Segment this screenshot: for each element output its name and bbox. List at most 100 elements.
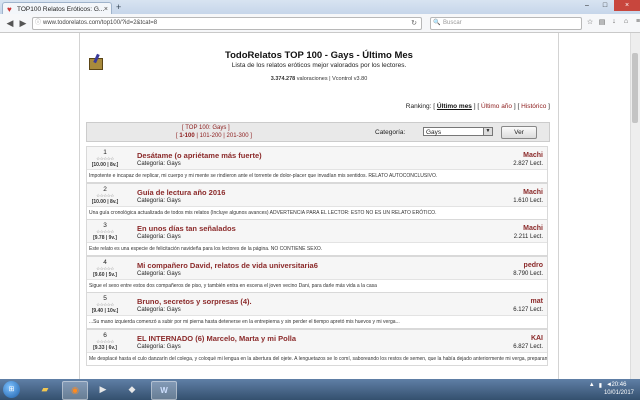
media-player-icon[interactable]: ▶ (91, 381, 115, 398)
forward-arrow-icon[interactable]: ▶ (17, 17, 29, 29)
rating-score: [9.78 | 9v.] (93, 235, 117, 242)
clock-time: 20:46 (611, 382, 627, 388)
back-arrow-icon[interactable]: ◀ (4, 17, 16, 29)
story-description: Una guía cronológica actualizada de todo… (87, 205, 547, 219)
tab-bar: ♥ TOP100 Relatos Eróticos: G... × + – □ … (0, 0, 640, 15)
story-category: Categoría: Gays (137, 234, 181, 241)
read-count: 1.610 Lect. (513, 197, 543, 204)
top-list-name: [ TOP 100: Gays ] (182, 125, 230, 131)
rank-number: 3 (103, 222, 107, 230)
tray-arrow-icon[interactable]: ▲ (589, 382, 595, 389)
author-link[interactable]: KAI (531, 335, 543, 342)
author-link[interactable]: mat (531, 298, 543, 305)
search-placeholder: Buscar (443, 20, 462, 26)
read-count: 2.827 Lect. (513, 161, 543, 167)
list-item: 1 ☆☆☆☆☆ [10.00 | 8v.] Desátame (o apriét… (86, 146, 548, 183)
maximize-button[interactable]: □ (596, 0, 614, 11)
search-engine-icon[interactable]: 🔍 (431, 18, 443, 29)
navigation-bar: ◀ ▶ ⓘ www.todorelatos.com/top100/?id=2&tc… (0, 14, 640, 33)
ranking-selector: Ranking: [ Último mes ] [ Último año ] [… (405, 103, 550, 110)
clock[interactable]: 20:46 10/01/2017 (604, 381, 634, 397)
story-category: Categoría: Gays (137, 307, 181, 314)
download-icon[interactable]: ↓ (610, 18, 618, 26)
reload-icon[interactable]: ↻ (411, 18, 417, 29)
list-item: 4 ☆☆☆☆☆ [9.60 | 5v.] Mi compañero David,… (86, 255, 548, 293)
story-description: Sigue el sexo entre estos dos compañeros… (87, 278, 547, 292)
ranking-label: Ranking: (405, 103, 434, 110)
ranking-historic-link[interactable]: Histórico (521, 103, 546, 110)
file-explorer-icon[interactable]: ▰ (33, 381, 57, 398)
author-link[interactable]: pedro (524, 262, 543, 269)
home-icon[interactable]: ⌂ (622, 18, 630, 26)
story-title-link[interactable]: Guía de lectura año 2016 (137, 188, 225, 197)
ranking-last-month-link[interactable]: Último mes (437, 103, 472, 110)
app-icon[interactable]: ◆ (120, 381, 144, 398)
story-category: Categoría: Gays (137, 343, 181, 350)
author-link[interactable]: Machi (523, 225, 543, 232)
minimize-button[interactable]: – (578, 0, 596, 11)
rating-score: [9.60 | 5v.] (93, 271, 117, 278)
ranking-list: 1 ☆☆☆☆☆ [10.00 | 8v.] Desátame (o apriét… (86, 146, 548, 366)
category-value: Gays (426, 129, 442, 136)
category-label: Categoría: (375, 129, 406, 136)
tab-title: TOP100 Relatos Eróticos: G... (17, 5, 104, 13)
ranking-last-year-link[interactable]: Último año (481, 103, 512, 110)
rank-number: 2 (103, 185, 107, 193)
page-range-links: [ 1-100 | 101-200 | 201-300 ] (176, 133, 252, 139)
clipboard-icon[interactable]: ▤ (598, 18, 606, 26)
windows-logo-icon: ⊞ (8, 386, 15, 393)
filter-bar: [ TOP 100: Gays ] [ 1-100 | 101-200 | 20… (86, 122, 550, 142)
read-count: 8.790 Lect. (513, 270, 543, 277)
rating-score: [10.00 | 8v.] (91, 162, 119, 168)
list-item: 5 ☆☆☆☆☆ [9.40 | 10v.] Bruno, secretos y … (86, 292, 548, 329)
story-description: ...Su mano izquierda comenzó a subir por… (87, 315, 547, 329)
read-count: 6.127 Lect. (513, 307, 543, 314)
category-select[interactable]: Gays ▼ (423, 127, 493, 136)
word-icon[interactable]: W (151, 381, 177, 400)
rating-score: [9.33 | 6v.] (93, 344, 117, 351)
rank-number: 4 (103, 258, 107, 266)
story-title-link[interactable]: En unos días tan señalados (137, 224, 236, 233)
rank-number: 1 (103, 149, 107, 156)
page-subtitle: Lista de los relatos eróticos mejor valo… (231, 62, 407, 69)
ver-button[interactable]: Ver (501, 126, 537, 139)
ratings-stats: 3.374.278 valoraciones | Vcontrol v3.80 (80, 76, 558, 82)
read-count: 2.211 Lect. (513, 234, 543, 241)
search-input[interactable]: 🔍 Buscar (430, 17, 582, 30)
story-description: Me desplacé hasta el culo danzarín del c… (87, 351, 547, 365)
story-category: Categoría: Gays (137, 270, 181, 277)
ratings-count: 3.374.278 (270, 76, 296, 82)
story-title-link[interactable]: Bruno, secretos y sorpresas (4). (137, 297, 252, 306)
story-description: Este relato es una especie de felicitaci… (87, 242, 547, 256)
vertical-scrollbar[interactable] (630, 33, 640, 379)
rating-score: [10.00 | 8v.] (91, 198, 119, 205)
page-link-1-100[interactable]: 1-100 (179, 133, 194, 139)
close-window-button[interactable]: × (614, 0, 640, 11)
chevron-down-icon[interactable]: ▼ (483, 128, 492, 135)
info-icon[interactable]: ⓘ (33, 18, 43, 29)
story-description: Impotente e incapaz de replicar, mi cuer… (87, 169, 547, 182)
rank-number: 6 (103, 331, 107, 339)
story-title-link[interactable]: Mi compañero David, relatos de vida univ… (137, 261, 318, 270)
menu-icon[interactable]: ≡ (634, 18, 640, 26)
star-bookmark-icon[interactable]: ☆ (586, 18, 594, 26)
window-controls: – □ × (578, 0, 640, 12)
list-item: 3 ☆☆☆☆☆ [9.78 | 9v.] En unos días tan se… (86, 219, 548, 256)
address-bar[interactable]: ⓘ www.todorelatos.com/top100/?id=2&tcat=8… (32, 17, 422, 30)
page-link-201-300[interactable]: 201-300 (227, 133, 249, 139)
author-link[interactable]: Machi (523, 189, 543, 196)
story-title-link[interactable]: Desátame (o apriétame más fuerte) (137, 151, 262, 160)
url-text: www.todorelatos.com/top100/?id=2&tcat=8 (43, 20, 158, 26)
new-tab-button[interactable]: + (116, 2, 121, 12)
page-link-101-200[interactable]: 101-200 (200, 133, 222, 139)
network-icon[interactable]: ▮ (599, 382, 602, 389)
tab-close-button[interactable]: × (104, 6, 108, 13)
story-title-link[interactable]: EL INTERNADO (6) Marcelo, Marta y mi Pol… (137, 334, 296, 343)
start-button[interactable]: ⊞ (3, 381, 20, 398)
story-category: Categoría: Gays (137, 161, 181, 167)
page-content: TodoRelatos TOP 100 - Gays - Último Mes … (79, 33, 559, 379)
list-item: 6 ☆☆☆☆☆ [9.33 | 6v.] EL INTERNADO (6) Ma… (86, 328, 548, 366)
scrollbar-thumb[interactable] (632, 53, 638, 123)
author-link[interactable]: Machi (523, 152, 543, 159)
firefox-icon[interactable]: ◉ (62, 381, 88, 400)
